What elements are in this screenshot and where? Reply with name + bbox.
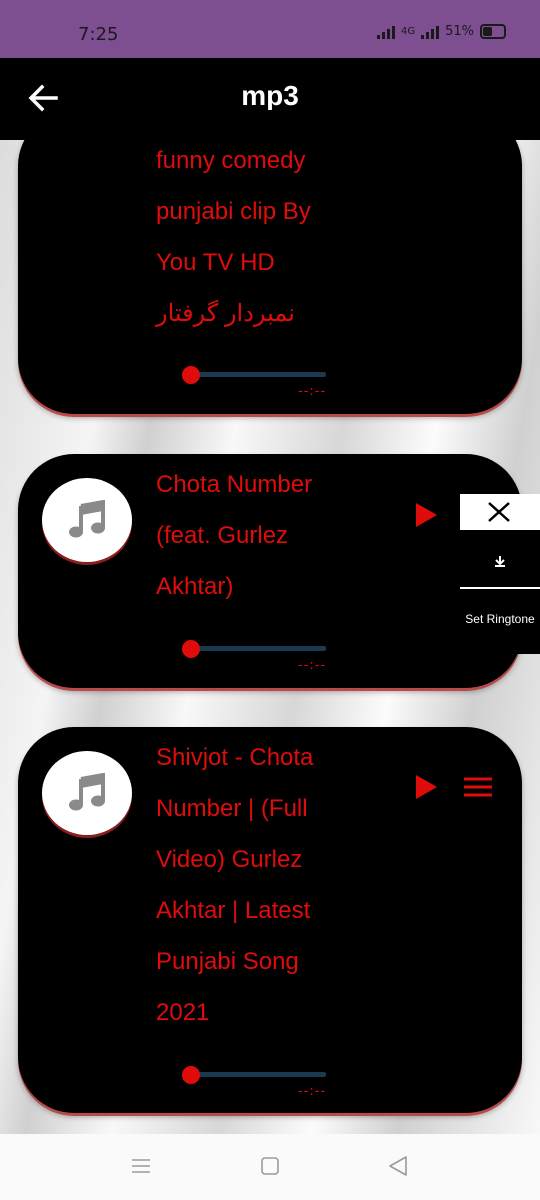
status-icons: 4G 51%: [376, 24, 506, 39]
song-title-line: Akhtar | Latest: [156, 897, 311, 924]
page-title: mp3: [241, 80, 299, 111]
battery-percent: 51%: [445, 24, 474, 39]
set-ringtone-button[interactable]: Set Ringtone: [460, 612, 540, 626]
close-button[interactable]: [460, 494, 540, 530]
song-title-line: 2021: [156, 999, 210, 1026]
song-title: Shivjot - Chota Number | (Full Video) Gu…: [156, 732, 356, 1038]
music-note-icon: [69, 773, 105, 811]
seek-knob[interactable]: [182, 366, 200, 384]
song-title-line: Shivjot - Chota: [156, 744, 314, 771]
song-avatar: [42, 751, 132, 835]
seek-knob[interactable]: [182, 640, 200, 658]
status-time: 7:25: [78, 24, 119, 45]
duration-label: --:--: [298, 384, 327, 399]
song-title-line: Number | (Full: [156, 795, 308, 822]
play-icon[interactable]: [414, 774, 438, 800]
song-title-line: نمبردار گرفتار: [156, 300, 295, 327]
back-nav-icon[interactable]: [388, 1156, 408, 1176]
seek-bar[interactable]: [188, 646, 326, 651]
song-card[interactable]: funny comedy punjabi clip By You TV HD ن…: [18, 110, 522, 414]
song-title-line: (feat. Gurlez: [156, 522, 289, 549]
options-popup: Set Ringtone: [460, 494, 540, 654]
menu-icon[interactable]: [464, 776, 492, 798]
duration-label: --:--: [298, 658, 327, 673]
song-title-line: funny comedy: [156, 147, 306, 174]
download-button[interactable]: [460, 532, 540, 589]
close-icon: [488, 502, 510, 522]
recent-apps-icon[interactable]: [131, 1156, 151, 1176]
music-note-icon: [69, 500, 105, 538]
song-avatar: [42, 478, 132, 562]
song-title: Chota Number (feat. Gurlez Akhtar): [156, 459, 356, 612]
song-title-line: Punjabi Song: [156, 948, 299, 975]
song-title-line: Video) Gurlez: [156, 846, 303, 873]
song-card[interactable]: Chota Number (feat. Gurlez Akhtar) --:--: [18, 454, 522, 688]
download-icon: [495, 556, 505, 567]
play-icon[interactable]: [414, 502, 438, 528]
seek-knob[interactable]: [182, 1066, 200, 1084]
seek-bar[interactable]: [188, 1072, 326, 1077]
seek-bar[interactable]: [188, 372, 326, 377]
home-icon[interactable]: [260, 1156, 280, 1176]
system-nav-bar: [0, 1134, 540, 1200]
status-bar: 7:25 4G 51%: [0, 0, 540, 58]
signal-icon-2: [421, 25, 440, 39]
duration-label: --:--: [298, 1084, 327, 1099]
network-type: 4G: [400, 26, 416, 37]
song-card[interactable]: Shivjot - Chota Number | (Full Video) Gu…: [18, 727, 522, 1113]
song-title-line: You TV HD: [156, 249, 275, 276]
signal-icon: [376, 25, 395, 39]
battery-icon: [480, 24, 506, 39]
song-title-line: Akhtar): [156, 573, 234, 600]
song-title: funny comedy punjabi clip By You TV HD ن…: [156, 135, 356, 339]
song-title-line: punjabi clip By: [156, 198, 311, 225]
song-title-line: Chota Number: [156, 471, 313, 498]
